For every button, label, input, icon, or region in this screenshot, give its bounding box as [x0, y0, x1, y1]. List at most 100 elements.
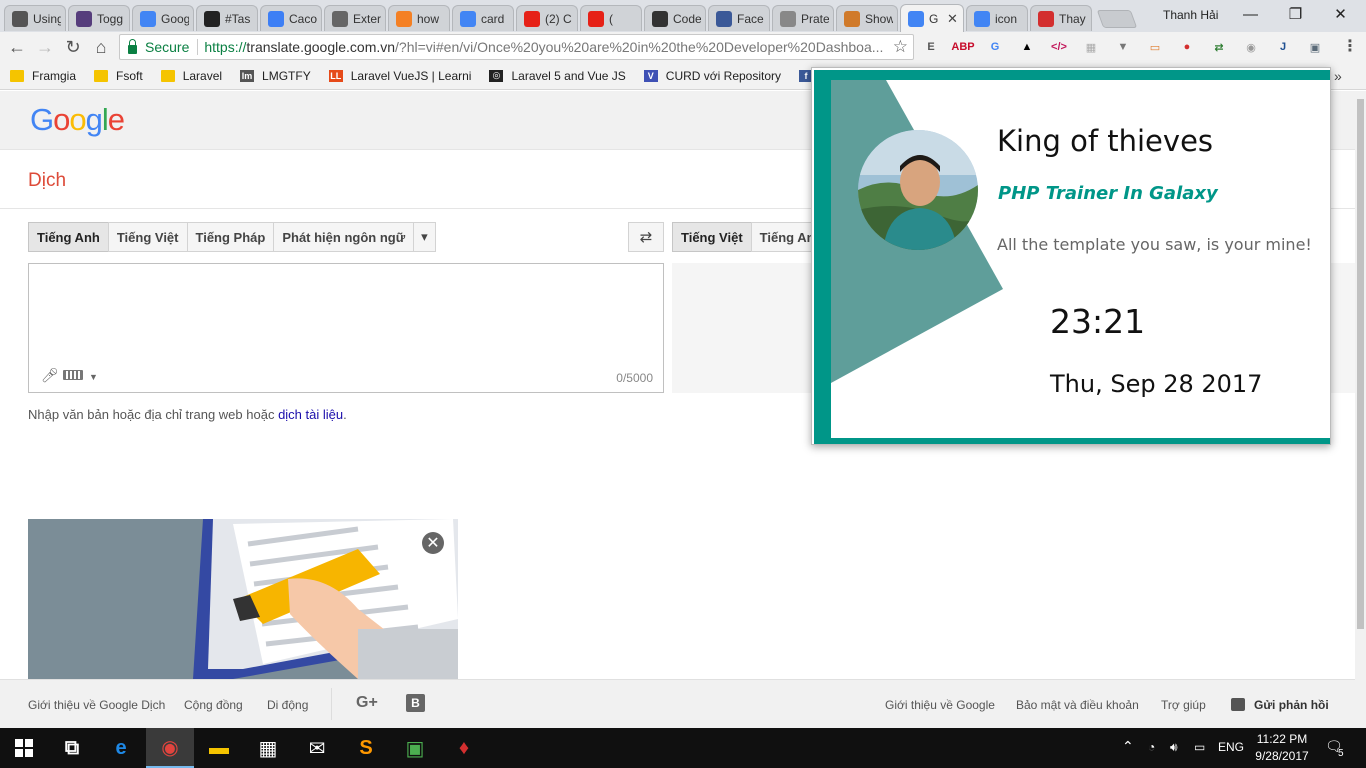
close-window-icon[interactable]: ✕ [1318, 0, 1363, 28]
taskbar-app[interactable]: ▬ [195, 728, 243, 768]
taskbar-app[interactable]: ✉ [293, 728, 341, 768]
source-lang-tab[interactable]: Tiếng Anh [28, 222, 109, 252]
red-circle-icon[interactable]: ● [1176, 36, 1198, 58]
restore-icon[interactable]: ❐ [1273, 0, 1318, 28]
taskbar-app[interactable]: S [342, 728, 390, 768]
browser-tab[interactable]: Prate [772, 5, 834, 31]
green-arrows-icon[interactable]: ⇄ [1208, 36, 1230, 58]
browser-tab[interactable]: card [452, 5, 514, 31]
taskbar-app[interactable]: ◉ [146, 728, 194, 768]
input-language[interactable]: ENG [1218, 740, 1244, 754]
footer-link[interactable]: Trợ giúp [1161, 698, 1206, 712]
battery-icon[interactable]: ▭ [1194, 740, 1205, 754]
bookmark-item[interactable]: Framgia [10, 69, 76, 83]
browser-tab[interactable]: how [388, 5, 450, 31]
page-scrollbar[interactable] [1355, 91, 1366, 728]
close-tab-icon[interactable]: ✕ [947, 11, 959, 27]
footer-link[interactable]: Cộng đồng [184, 698, 243, 712]
footer-link[interactable]: Giới thiệu về Google [885, 698, 995, 712]
source-lang-tab[interactable]: Tiếng Việt [107, 222, 188, 252]
browser-tab[interactable]: Caco [260, 5, 322, 31]
browser-tab[interactable]: Face [708, 5, 770, 31]
profile-name[interactable]: Thanh Hải [1163, 8, 1218, 22]
start-button[interactable] [0, 728, 48, 768]
browser-tab[interactable]: Code [644, 5, 706, 31]
taskbar-app[interactable]: ♦ [440, 728, 488, 768]
target-lang-tab[interactable]: Tiếng Việt [672, 222, 752, 252]
translate-document-link[interactable]: dịch tài liệu [278, 407, 343, 422]
footer-link[interactable]: Bảo mật và điều khoản [1016, 698, 1139, 712]
secure-label: Secure [145, 39, 190, 55]
tab-title: icon [995, 11, 1018, 26]
translate-icon[interactable]: G [984, 36, 1006, 58]
browser-tab[interactable]: Goog [132, 5, 194, 31]
document-icon [780, 10, 796, 27]
bookmark-item[interactable]: ◎ Laravel 5 and Vue JS [489, 69, 626, 83]
source-text-input[interactable]: 🎤︎ ▼ 0/5000 [28, 263, 664, 393]
home-icon[interactable]: ⌂ [90, 37, 112, 57]
taskbar-app[interactable]: e [97, 728, 145, 768]
bookmark-item[interactable]: V CURD với Repository [643, 69, 781, 83]
browser-tab[interactable]: Show [836, 5, 898, 31]
page-title: Dịch [28, 170, 67, 191]
browser-tab[interactable]: Thay [1030, 5, 1092, 31]
grid-icon[interactable]: ▦ [1080, 36, 1102, 58]
feedback-icon[interactable] [1231, 698, 1245, 711]
close-promo-icon[interactable]: ✕ [422, 532, 444, 554]
profile-name-heading: King of thieves [997, 124, 1214, 158]
bookmark-item[interactable]: LL Laravel VueJS | Learni [328, 69, 471, 83]
taskbar-app[interactable]: ▣ [391, 728, 439, 768]
wifi-icon[interactable]: ◔ [1148, 740, 1155, 754]
browser-tab[interactable]: Exter [324, 5, 386, 31]
source-lang-tab[interactable]: Phát hiện ngôn ngữ [273, 222, 415, 252]
footer-link[interactable]: Di động [267, 698, 308, 712]
taskbar-app[interactable]: ⧉ [48, 728, 96, 768]
window-icon[interactable]: ▭ [1144, 36, 1166, 58]
keyboard-dropdown-icon[interactable]: ▼ [89, 372, 98, 382]
browser-tab[interactable]: Togg [68, 5, 130, 31]
triangle-icon[interactable]: ▲ [1016, 36, 1038, 58]
footer-link[interactable]: Giới thiệu về Google Dịch [28, 698, 165, 712]
show-hidden-icons[interactable]: ⌃ [1122, 738, 1134, 755]
bookmarks-overflow-icon[interactable]: » [1334, 68, 1342, 84]
new-tab-button[interactable] [1096, 10, 1138, 28]
forward-icon[interactable]: → [34, 37, 56, 57]
jira-icon[interactable]: J [1272, 36, 1294, 58]
browser-tab[interactable]: ( [580, 5, 642, 31]
bookmark-item[interactable]: Laravel [160, 69, 222, 83]
browser-tab[interactable]: G ✕ [900, 4, 964, 32]
keyboard-icon[interactable] [63, 370, 83, 380]
address-bar[interactable]: Secure https:// translate.google.com.vn … [119, 34, 914, 60]
google-logo[interactable]: Google [30, 102, 125, 138]
microphone-icon[interactable]: 🎤︎ [41, 367, 59, 384]
volume-icon[interactable]: 🔊︎ [1170, 740, 1178, 755]
bookmark-item[interactable]: Fsoft [94, 69, 143, 83]
bookmark-item[interactable]: lm LMGTFY [240, 69, 311, 83]
reload-icon[interactable]: ↻ [62, 37, 84, 57]
source-lang-tab[interactable]: Tiếng Pháp [186, 222, 275, 252]
fingerprint-icon[interactable]: ◉ [1240, 36, 1262, 58]
swap-languages-button[interactable]: ⇄ [628, 222, 664, 252]
profile-extension-icon[interactable]: ▣ [1304, 36, 1326, 58]
taskbar-app[interactable]: ▦ [244, 728, 292, 768]
scrollbar-thumb[interactable] [1357, 99, 1364, 629]
send-feedback-button[interactable]: Gửi phản hồi [1254, 698, 1329, 712]
logo-letter: G [30, 102, 54, 137]
browser-tab[interactable]: #Tas [196, 5, 258, 31]
bookmark-star-icon[interactable]: ☆ [893, 37, 908, 57]
minimize-icon[interactable]: — [1228, 0, 1273, 28]
browser-tab[interactable]: Using [4, 5, 66, 31]
browser-menu-icon[interactable]: ⋮ [1342, 36, 1358, 56]
browser-tab[interactable]: icon [966, 5, 1028, 31]
google-plus-icon[interactable]: G+ [356, 694, 378, 712]
tab-title: card [481, 11, 505, 26]
source-lang-dropdown-icon[interactable]: ▾ [413, 222, 436, 252]
adblock-icon[interactable]: ABP [951, 36, 974, 58]
back-icon[interactable]: ← [6, 37, 28, 57]
browser-tab[interactable]: (2) C [516, 5, 578, 31]
vue-icon[interactable]: ▼ [1112, 36, 1134, 58]
evernote-icon[interactable]: E [920, 36, 942, 58]
system-clock[interactable]: 11:22 PM 9/28/2017 [1254, 731, 1310, 765]
blogger-icon[interactable]: B [406, 694, 425, 712]
code-icon[interactable]: </> [1048, 36, 1070, 58]
